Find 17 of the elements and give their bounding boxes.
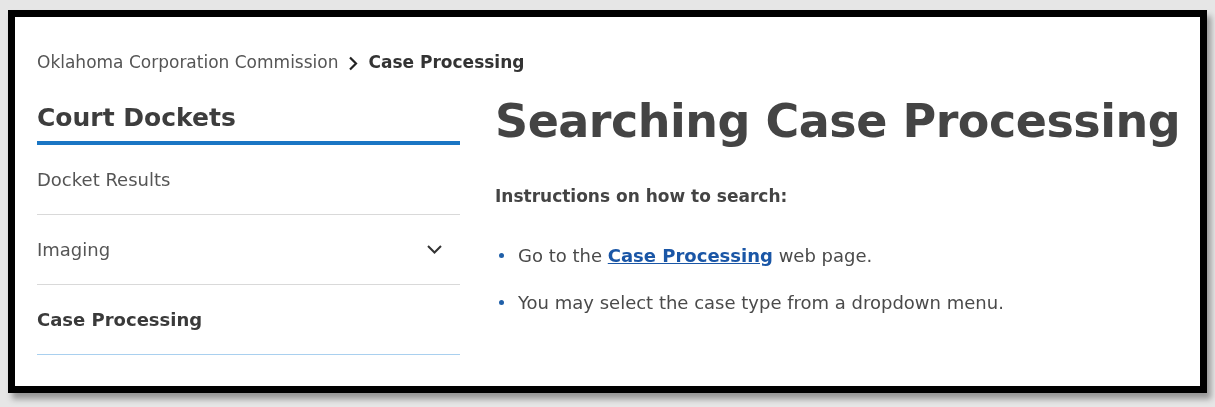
sidebar-item[interactable]: Case Processing <box>37 285 460 355</box>
bullet-text: You may select the case type from a dropdown menu. <box>518 290 1004 315</box>
sidebar-item-label: Docket Results <box>37 168 171 192</box>
instructions-heading: Instructions on how to search: <box>495 185 789 208</box>
sidebar-title: Court Dockets <box>37 96 460 145</box>
chevron-down-icon[interactable] <box>427 245 442 254</box>
bullet-icon <box>499 252 504 258</box>
bullet-icon <box>499 299 504 305</box>
breadcrumb-link[interactable]: Oklahoma Corporation Commission <box>37 50 339 76</box>
case-processing-link[interactable]: Case Processing <box>607 244 773 266</box>
sidebar-item-label: Case Processing <box>37 308 203 332</box>
sidebar-item[interactable]: Imaging <box>37 215 460 285</box>
bullet-text: Go to the Case Processing web page. <box>518 243 873 268</box>
chevron-right-icon <box>348 55 359 71</box>
sidebar-item-label: Imaging <box>37 238 111 262</box>
sidebar-item[interactable]: Docket Results <box>37 145 460 215</box>
breadcrumb-current: Case Processing <box>368 51 525 75</box>
